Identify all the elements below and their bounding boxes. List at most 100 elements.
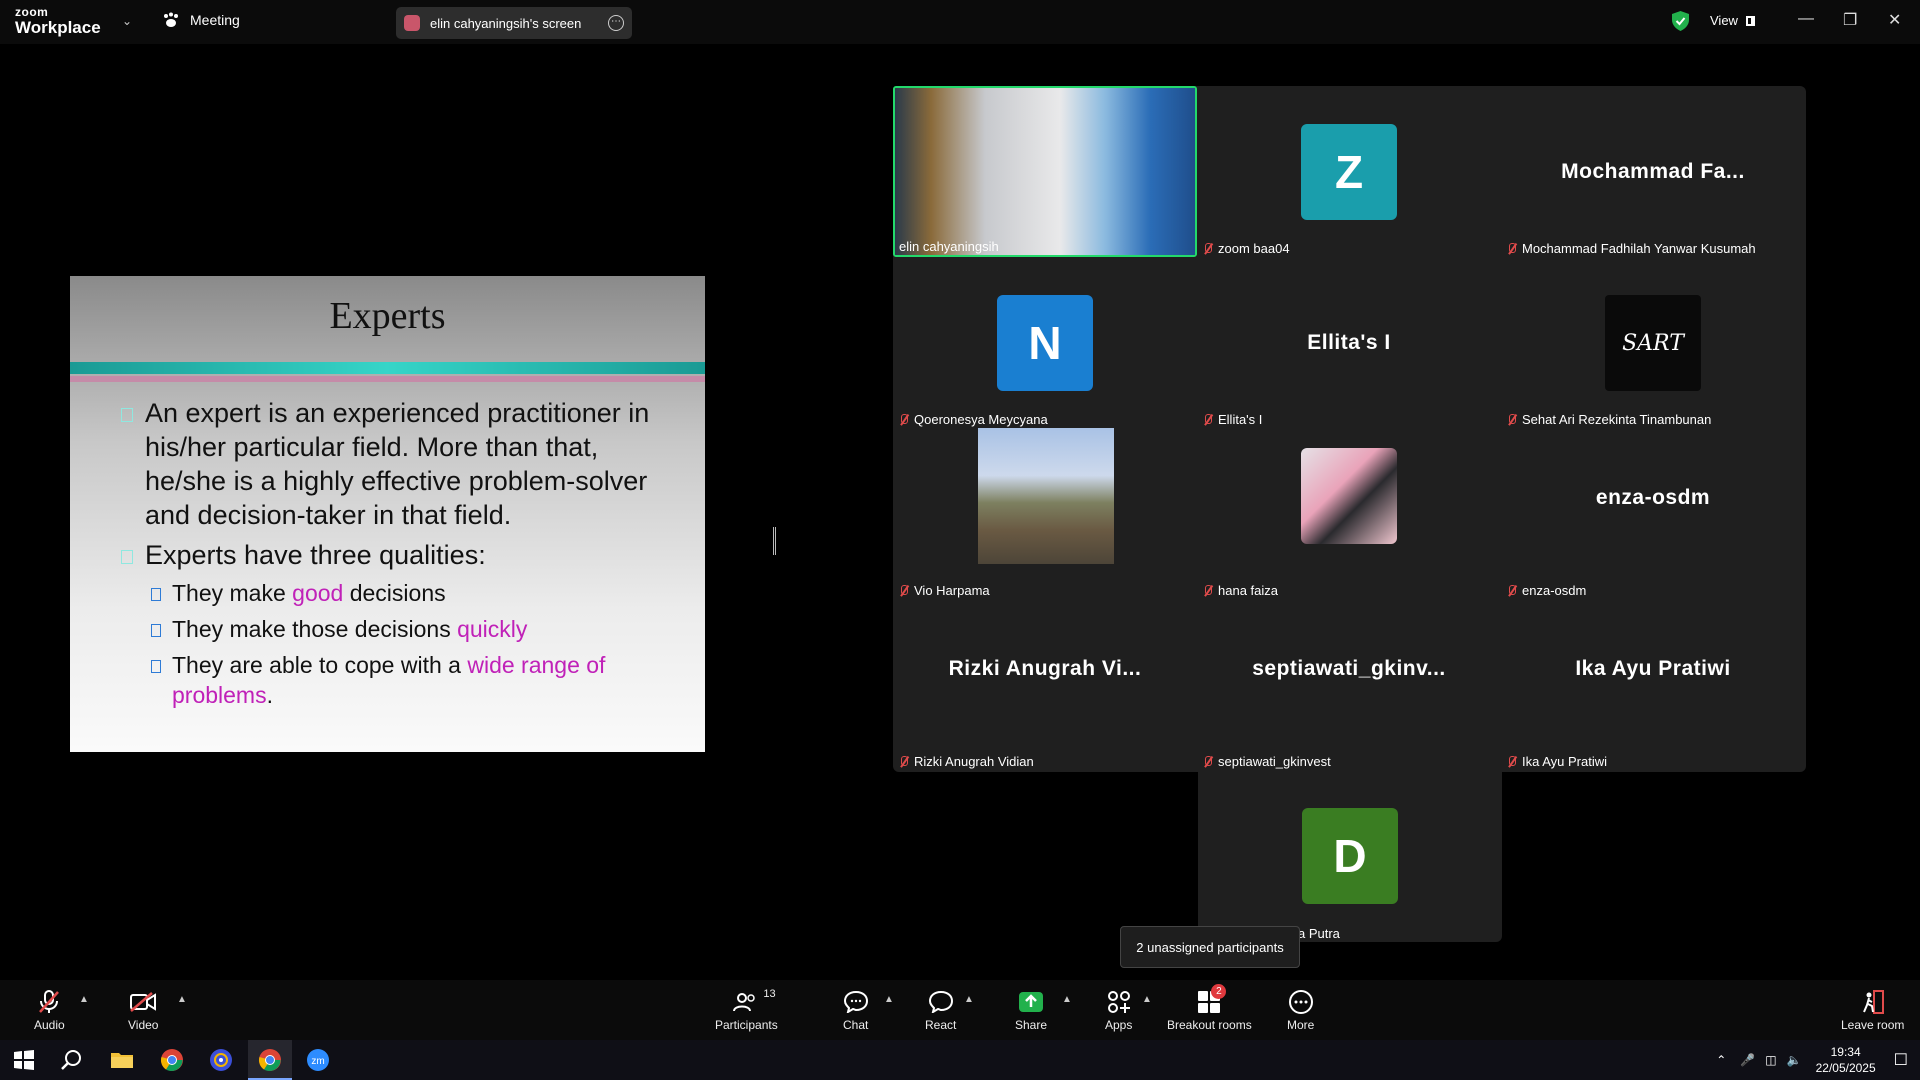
restore-icon[interactable]: ❐ [1843,10,1857,30]
participant-label: Ellita's I [1203,412,1262,427]
chevron-up-icon[interactable]: ▲ [1142,994,1152,1005]
participant-tile[interactable]: septiawati_gkinv... septiawati_gkinvest [1197,599,1501,770]
meeting-toolbar: Audio ▲ Video ▲ 13 Participants Chat ▲ R… [0,980,1920,1040]
muted-mic-icon [899,413,908,426]
shared-screen: Experts An expert is an experienced prac… [6,276,768,752]
logo-line1: zoom [15,5,49,19]
chevron-up-icon[interactable]: ▲ [1062,994,1072,1005]
chevron-down-icon[interactable]: ⌄ [122,14,132,28]
participant-tile[interactable]: Ellita's I Ellita's I [1197,257,1501,428]
react-button[interactable]: React [925,990,956,1032]
slide-subbullet: They are able to cope with a wide range … [120,650,680,710]
zoom-logo[interactable]: zoom Workplace [15,6,101,36]
zoom-icon[interactable]: zm [306,1048,330,1072]
breakout-badge: 2 [1211,984,1227,999]
taskbar-active-item[interactable] [248,1040,292,1080]
participant-tile-active[interactable]: elin cahyaningsih [893,86,1197,257]
screen-share-pill[interactable]: elin cahyaningsih's screen ⋯ [396,7,632,39]
slide-bullet: An expert is an experienced practitioner… [120,396,680,532]
participant-tile[interactable]: Z zoom baa04 [1197,86,1501,257]
avatar-logo: SART [1605,295,1701,391]
muted-mic-icon [1203,584,1212,597]
search-icon[interactable] [60,1048,84,1072]
breakout-rooms-button[interactable]: 2 Breakout rooms [1167,984,1252,1032]
participant-tile[interactable]: enza-osdm enza-osdm [1501,428,1805,599]
participant-tile[interactable]: Ika Ayu Pratiwi Ika Ayu Pratiwi [1501,599,1805,770]
more-label: More [1287,1018,1315,1032]
participant-tile[interactable]: hana faiza [1197,428,1501,599]
notifications-icon[interactable]: ☐ [1894,1050,1908,1070]
chevron-up-icon[interactable]: ▲ [964,994,974,1005]
chat-label: Chat [843,1018,869,1032]
subbullet-text: . [266,682,273,708]
chat-button[interactable]: Chat [843,990,868,1032]
participant-name: Qoeronesya Meycyana [914,412,1048,427]
avatar-photo [978,428,1114,564]
network-icon[interactable]: ◫ [1765,1053,1776,1067]
video-button[interactable]: Video [128,990,158,1032]
participant-name: elin cahyaningsih [899,239,999,254]
chevron-up-icon[interactable]: ⌃ [1716,1053,1726,1067]
windows-taskbar: zm ⌃ 🎤 ◫ 🔈 19:34 22/05/2025 ☐ [0,1040,1920,1080]
muted-mic-icon [1203,242,1212,255]
participant-display-name: Ellita's I [1307,331,1391,354]
participant-name: zoom baa04 [1218,241,1290,256]
chevron-up-icon[interactable]: ▲ [79,994,89,1005]
system-tray: ⌃ 🎤 ◫ 🔈 19:34 22/05/2025 ☐ [1716,1040,1920,1080]
audio-button[interactable]: Audio [34,990,65,1032]
participant-display-name: Rizki Anugrah Vi... [948,657,1142,680]
slide-bullet: Experts have three qualities: [120,538,680,572]
slide-subbullet: They make those decisions quickly [120,614,680,644]
participant-name: Rizki Anugrah Vidian [914,754,1034,769]
participant-tile[interactable]: Rizki Anugrah Vi... Rizki Anugrah Vidian [893,599,1197,770]
apps-label: Apps [1105,1018,1133,1032]
participant-name: hana faiza [1218,583,1278,598]
more-button[interactable]: More [1287,990,1314,1032]
browser-icon[interactable] [209,1048,233,1072]
share-button[interactable]: Share [1015,990,1047,1032]
participant-tile[interactable]: Mochammad Fa... Mochammad Fadhilah Yanwa… [1501,86,1805,257]
participant-tile[interactable]: Vio Harpama [893,428,1197,599]
participant-display-name: Ika Ayu Pratiwi [1575,657,1731,680]
muted-mic-icon [1203,413,1212,426]
windows-start-icon[interactable] [12,1048,36,1072]
leave-room-button[interactable]: Leave room [1841,990,1904,1032]
participant-display-name: septiawati_gkinv... [1252,657,1446,680]
participant-display-name: enza-osdm [1595,486,1711,509]
volume-icon[interactable]: 🔈 [1787,1053,1802,1067]
participant-name: Ika Ayu Pratiwi [1522,754,1608,769]
participant-label: Sehat Ari Rezekinta Tinambunan [1507,412,1711,427]
participant-tile[interactable]: N Qoeronesya Meycyana [893,257,1197,428]
chevron-up-icon[interactable]: ▲ [884,994,894,1005]
muted-mic-icon [1507,413,1516,426]
split-divider-handle[interactable] [773,527,776,555]
view-button[interactable]: View [1710,13,1755,28]
view-label: View [1710,13,1738,28]
more-options-icon[interactable]: ⋯ [608,15,624,31]
participant-tile[interactable]: SART Sehat Ari Rezekinta Tinambunan [1501,257,1805,428]
close-icon[interactable]: ✕ [1888,10,1901,30]
microphone-icon[interactable]: 🎤 [1740,1053,1755,1067]
muted-mic-icon [39,990,60,1013]
subbullet-highlight: quickly [457,616,528,642]
chevron-up-icon[interactable]: ▲ [177,994,187,1005]
chrome-icon[interactable] [160,1048,184,1072]
subbullet-text: decisions [343,580,446,606]
participant-name: Sehat Ari Rezekinta Tinambunan [1522,412,1712,427]
meeting-label: Meeting [190,12,240,28]
subbullet-text: They make those decisions [172,616,458,642]
avatar: N [997,295,1093,391]
meeting-button[interactable]: Meeting [162,12,240,28]
participants-count: 13 [763,988,776,1000]
shield-icon[interactable] [1672,11,1689,31]
clock[interactable]: 19:34 22/05/2025 [1816,1044,1876,1076]
participant-name: Mochammad Fadhilah Yanwar Kusumah [1522,241,1756,256]
participant-tile[interactable]: D a Putra [1198,770,1502,942]
file-explorer-icon[interactable] [110,1048,134,1072]
participants-button[interactable]: 13 Participants [715,988,778,1032]
minimize-icon[interactable]: — [1798,10,1814,28]
screen-share-label: elin cahyaningsih's screen [430,15,582,31]
slide-body: An expert is an experienced practitioner… [120,396,680,716]
apps-button[interactable]: Apps [1105,990,1132,1032]
slide-band [70,362,705,374]
